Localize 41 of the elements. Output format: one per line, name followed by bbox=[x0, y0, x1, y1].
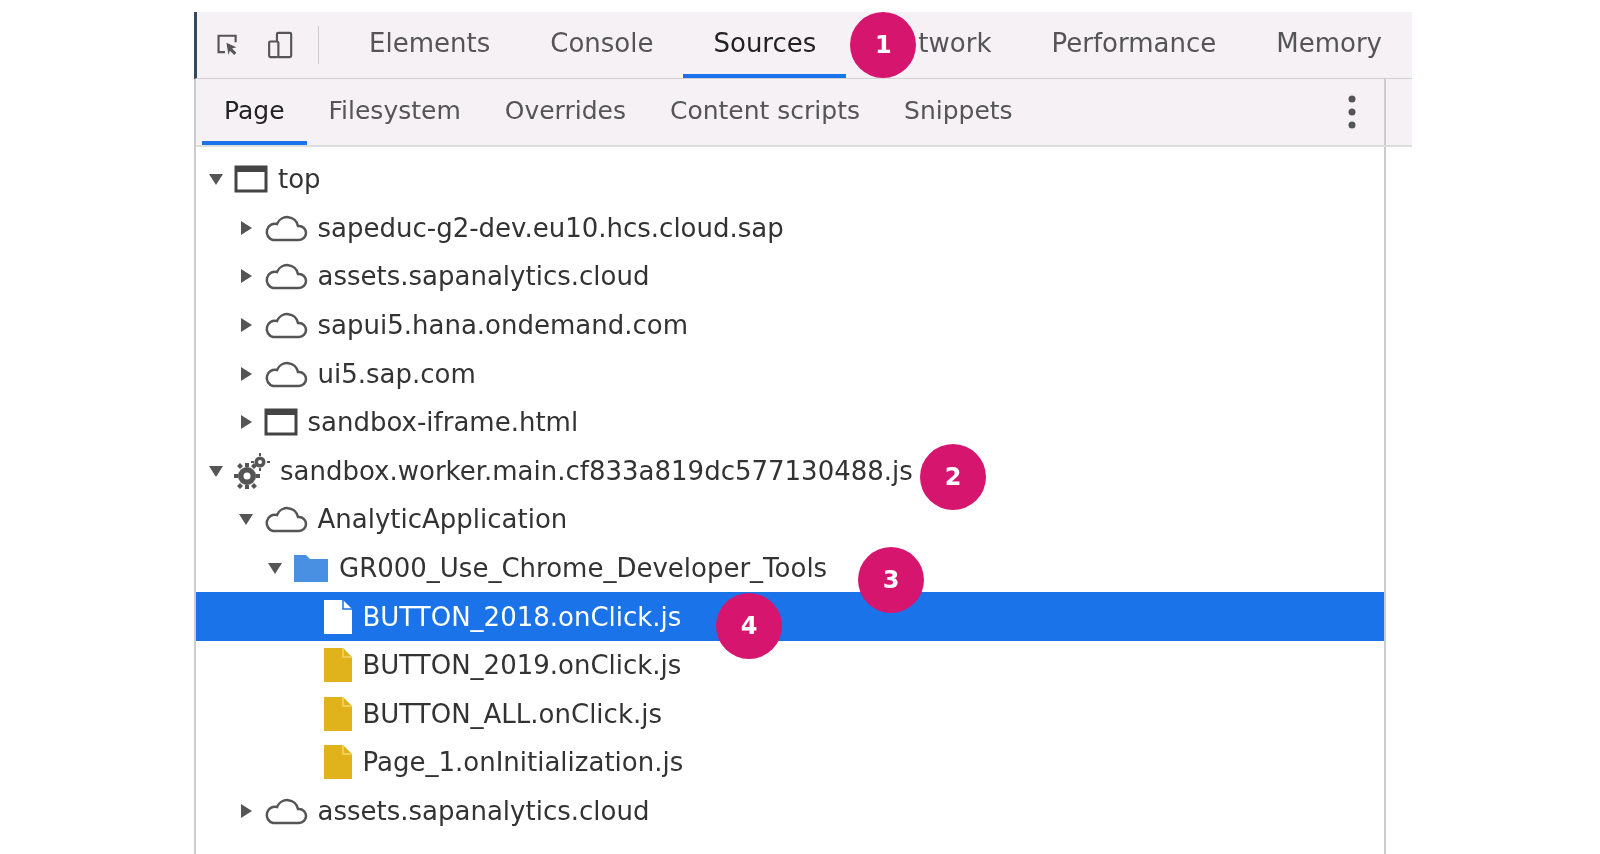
tree-item[interactable]: top bbox=[196, 155, 327, 204]
tree-item[interactable]: ui5.sap.com bbox=[196, 349, 482, 398]
tree-item[interactable]: GR000_Use_Chrome_Developer_Tools bbox=[196, 543, 834, 593]
tree-item[interactable]: assets.sapanalytics.cloud bbox=[196, 252, 656, 301]
cloud-icon bbox=[263, 359, 308, 388]
callout-badge: 1 bbox=[850, 12, 917, 78]
tree-item[interactable]: AnalyticApplication bbox=[196, 495, 574, 544]
tree-item[interactable]: sapeduc-g2-dev.eu10.hcs.cloud.sap bbox=[196, 203, 790, 253]
tree-item[interactable]: Page_1.onInitialization.js bbox=[196, 738, 690, 787]
gears-icon bbox=[234, 452, 270, 489]
tree-item[interactable]: assets.sapanalytics.cloud bbox=[196, 786, 656, 836]
tree-item[interactable]: sandbox.worker.main.cf833a819dc577130488.js bbox=[196, 446, 919, 496]
cloud-icon bbox=[263, 797, 308, 825]
tree-item[interactable]: BUTTON_2019.onClick.js bbox=[196, 640, 688, 690]
folder-icon bbox=[293, 553, 329, 584]
frame-icon bbox=[263, 408, 298, 437]
navigator-tab[interactable]: Overrides bbox=[482, 79, 648, 145]
file-icon bbox=[322, 647, 353, 684]
panel-tab[interactable]: Console bbox=[520, 12, 684, 78]
panel-tab[interactable]: Performance bbox=[1021, 12, 1247, 78]
callout-badge: 2 bbox=[920, 444, 986, 510]
tree-item[interactable]: BUTTON_ALL.onClick.js bbox=[196, 689, 668, 739]
cloud-icon bbox=[263, 262, 308, 291]
navigator-tab[interactable]: Filesystem bbox=[306, 79, 483, 145]
navigator-tab[interactable]: Content scripts bbox=[647, 79, 883, 145]
panel-tab[interactable]: Elements bbox=[339, 12, 521, 78]
panel-tab[interactable]: Memory bbox=[1246, 12, 1412, 78]
callout-badge: 3 bbox=[858, 547, 924, 613]
file-icon bbox=[322, 598, 353, 635]
file-icon bbox=[322, 695, 353, 732]
cloud-icon bbox=[263, 213, 308, 242]
cloud-icon bbox=[263, 311, 308, 340]
tree-item[interactable]: sapui5.hana.ondemand.com bbox=[196, 300, 694, 350]
navigator-tab[interactable]: Page bbox=[202, 79, 307, 145]
panel-tab[interactable]: twork bbox=[916, 12, 1022, 78]
frame-icon bbox=[234, 165, 268, 194]
navigator-tab[interactable]: Snippets bbox=[882, 79, 1035, 145]
tree-item[interactable]: sandbox-iframe.html bbox=[196, 397, 585, 447]
file-icon bbox=[322, 744, 353, 781]
more-icon[interactable] bbox=[1348, 95, 1356, 129]
cloud-icon bbox=[263, 505, 308, 534]
